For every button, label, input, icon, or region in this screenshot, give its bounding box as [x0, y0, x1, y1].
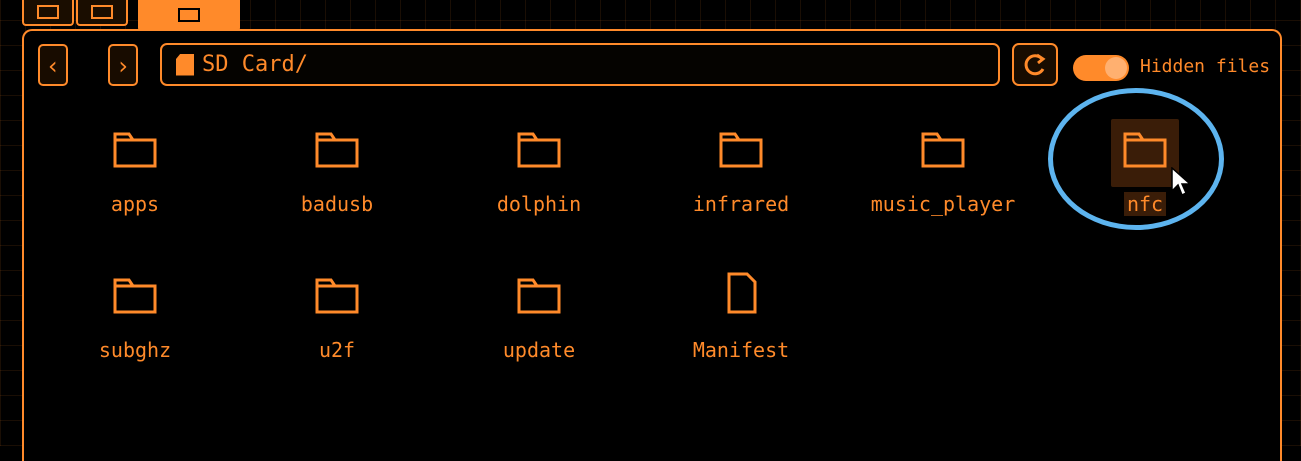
folder-icon	[921, 132, 965, 168]
list-item[interactable]: badusb	[242, 132, 432, 216]
list-item[interactable]: Manifest	[646, 272, 836, 362]
item-label: subghz	[98, 338, 172, 362]
tools-icon	[91, 5, 113, 19]
mouse-cursor-icon	[1171, 167, 1191, 197]
sd-card-icon	[176, 53, 194, 76]
file-icon	[727, 272, 757, 314]
item-label: update	[502, 338, 576, 362]
refresh-button[interactable]	[1012, 43, 1058, 86]
folder-icon	[517, 132, 561, 168]
item-label: badusb	[300, 192, 374, 216]
item-label: apps	[110, 192, 160, 216]
list-item[interactable]: apps	[40, 132, 230, 216]
folder-icon	[315, 278, 359, 314]
folder-icon	[315, 132, 359, 168]
list-item[interactable]: subghz	[40, 278, 230, 362]
back-button[interactable]: ‹	[38, 44, 68, 86]
refresh-icon	[1024, 53, 1046, 75]
list-item[interactable]: infrared	[646, 132, 836, 216]
folder-icon	[113, 278, 157, 314]
highlight-circle-annotation	[1048, 88, 1224, 230]
chevron-right-icon: ›	[115, 52, 131, 80]
file-browser-panel	[22, 29, 1282, 461]
forward-button[interactable]: ›	[108, 44, 138, 86]
item-label: infrared	[692, 192, 790, 216]
hidden-files-toggle[interactable]	[1073, 55, 1129, 81]
path-text: SD Card/	[202, 52, 308, 77]
tab-files[interactable]	[138, 0, 240, 32]
tab-bar	[22, 0, 242, 32]
list-item[interactable]: music_player	[848, 132, 1038, 216]
item-label: u2f	[318, 338, 356, 362]
folder-icon	[517, 278, 561, 314]
list-item[interactable]: update	[444, 278, 634, 362]
folder-tab-icon	[178, 8, 200, 22]
path-bar[interactable]: SD Card/	[160, 43, 1000, 86]
item-label: music_player	[870, 192, 1016, 216]
toggle-knob	[1105, 57, 1127, 79]
folder-icon	[719, 132, 763, 168]
chevron-left-icon: ‹	[45, 52, 61, 80]
archive-icon	[37, 5, 59, 19]
item-label: dolphin	[496, 192, 582, 216]
hidden-files-label: Hidden files	[1140, 56, 1271, 77]
list-item[interactable]: dolphin	[444, 132, 634, 216]
tab-tools[interactable]	[76, 0, 128, 26]
list-item[interactable]: u2f	[242, 278, 432, 362]
folder-icon	[113, 132, 157, 168]
tab-archive[interactable]	[22, 0, 74, 26]
item-label: Manifest	[692, 338, 790, 362]
